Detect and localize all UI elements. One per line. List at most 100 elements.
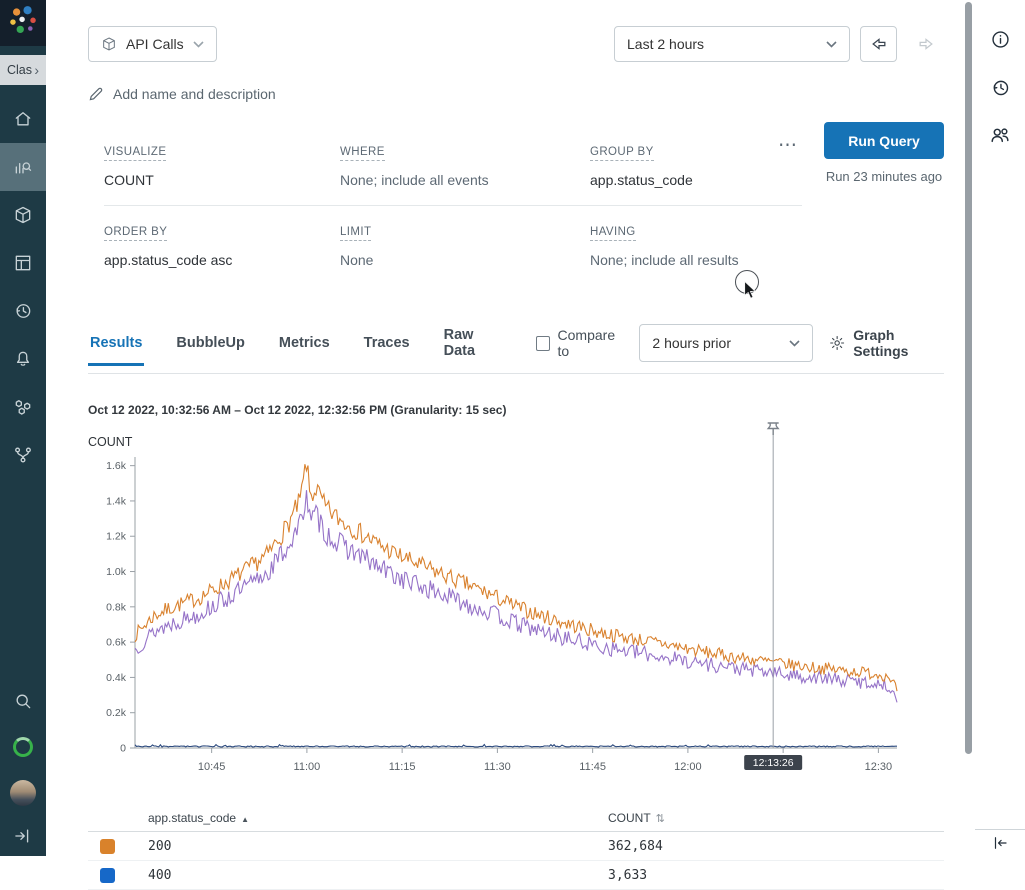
query-builder: ⋯ VISUALIZE COUNT WHERE None; include al… xyxy=(88,142,944,268)
count-column-header[interactable]: COUNT⇅ xyxy=(608,811,944,825)
count-line-chart[interactable]: 00.2k0.4k0.6k0.8k1.0k1.2k1.4k1.6k10:4511… xyxy=(88,419,916,781)
sort-toggle-icon: ⇅ xyxy=(656,813,665,825)
svg-text:11:45: 11:45 xyxy=(579,761,606,773)
tab-bubbleup[interactable]: BubbleUp xyxy=(174,325,246,366)
group-by-value: app.status_code xyxy=(590,172,802,188)
clause-group-by[interactable]: GROUP BY app.status_code xyxy=(590,142,802,188)
tab-traces[interactable]: Traces xyxy=(362,325,412,366)
mouse-cursor xyxy=(743,281,757,299)
collapsed-panel-text: Clas xyxy=(7,63,32,77)
search-icon xyxy=(13,691,33,711)
query-overflow-menu[interactable]: ⋯ xyxy=(778,134,798,157)
history-back-button[interactable] xyxy=(860,26,897,62)
scrollbar-thumb[interactable] xyxy=(965,2,972,754)
rail-info-button[interactable] xyxy=(975,15,1025,63)
query-clauses: ⋯ VISUALIZE COUNT WHERE None; include al… xyxy=(88,142,802,268)
results-table-header: app.status_code▲ COUNT⇅ xyxy=(88,805,944,832)
rail-team-button[interactable] xyxy=(975,111,1025,159)
sidebar-item-datasets[interactable] xyxy=(0,191,46,239)
dataset-selector[interactable]: API Calls xyxy=(88,26,217,62)
logout-arrow-icon xyxy=(13,826,33,846)
clause-limit[interactable]: LIMIT None xyxy=(340,222,590,268)
service-map-icon xyxy=(13,397,33,417)
svg-text:10:45: 10:45 xyxy=(198,761,226,773)
dataset-name: API Calls xyxy=(126,36,184,52)
sidebar-nav xyxy=(0,95,46,479)
compare-to-control: Compare to xyxy=(536,327,624,359)
tab-metrics[interactable]: Metrics xyxy=(277,325,332,366)
history-forward-button[interactable] xyxy=(907,26,944,62)
svg-text:0.4k: 0.4k xyxy=(106,672,127,684)
table-row[interactable]: 400 3,633 xyxy=(88,861,944,890)
gear-icon xyxy=(829,334,845,352)
sidebar-item-query[interactable] xyxy=(0,143,46,191)
count-value: 362,684 xyxy=(608,839,944,854)
vertical-scrollbar xyxy=(962,0,975,856)
clause-order-by[interactable]: ORDER BY app.status_code asc xyxy=(104,222,340,268)
sidebar-item-home[interactable] xyxy=(0,95,46,143)
run-query-button[interactable]: Run Query xyxy=(824,122,944,159)
svg-text:1.2k: 1.2k xyxy=(106,531,127,543)
graph-settings-button[interactable]: Graph Settings xyxy=(829,327,944,359)
svg-text:12:30: 12:30 xyxy=(865,761,893,773)
svg-text:1.0k: 1.0k xyxy=(106,566,127,578)
info-icon xyxy=(990,29,1011,50)
order-by-label: ORDER BY xyxy=(104,226,167,241)
sidebar-bottom xyxy=(0,678,46,856)
tab-raw-data[interactable]: Raw Data xyxy=(442,317,506,374)
collapse-rail-button[interactable] xyxy=(975,829,1025,856)
results-tabs-row: Results BubbleUp Metrics Traces Raw Data… xyxy=(88,317,944,374)
sidebar-item-boards[interactable] xyxy=(0,239,46,287)
status-code-column-header[interactable]: app.status_code▲ xyxy=(148,811,608,825)
collapsed-panel-label[interactable]: Clas › xyxy=(0,55,46,85)
loading-spinner xyxy=(13,737,33,757)
tab-results[interactable]: Results xyxy=(88,325,144,366)
sidebar-item-history[interactable] xyxy=(0,287,46,335)
add-name-button[interactable]: Add name and description xyxy=(88,86,276,102)
status-code-header-label: app.status_code xyxy=(148,811,236,825)
clause-visualize[interactable]: VISUALIZE COUNT xyxy=(104,142,340,188)
status-code-value: 400 xyxy=(148,868,608,883)
run-query-column: Run Query Run 23 minutes ago xyxy=(824,122,944,268)
svg-text:11:15: 11:15 xyxy=(389,761,416,773)
query-time-range-label: Oct 12 2022, 10:32:56 AM – Oct 12 2022, … xyxy=(88,403,944,417)
visualize-label: VISUALIZE xyxy=(104,146,166,161)
pencil-icon xyxy=(88,86,104,102)
svg-text:0.6k: 0.6k xyxy=(106,637,127,649)
sidebar-item-service-map[interactable] xyxy=(0,383,46,431)
svg-text:1.6k: 1.6k xyxy=(106,460,127,472)
collapse-panel-icon xyxy=(991,834,1009,852)
graph-settings-label: Graph Settings xyxy=(853,327,944,359)
clause-where[interactable]: WHERE None; include all events xyxy=(340,142,590,188)
compare-to-checkbox[interactable] xyxy=(536,336,550,351)
chevron-down-icon xyxy=(826,41,837,48)
datasets-cube-icon xyxy=(13,205,33,225)
sidebar-status xyxy=(0,724,46,770)
query-chart-icon xyxy=(13,157,33,177)
clause-having[interactable]: HAVING None; include all results xyxy=(590,222,802,268)
results-table: app.status_code▲ COUNT⇅ 200 362,684 400 … xyxy=(88,805,944,890)
svg-text:11:30: 11:30 xyxy=(484,761,511,773)
series-swatch xyxy=(100,839,115,854)
sidebar-user[interactable] xyxy=(0,770,46,816)
sidebar-item-alerts[interactable] xyxy=(0,335,46,383)
table-row[interactable]: 200 362,684 xyxy=(88,832,944,861)
chart-toolbar: Compare to 2 hours prior Graph Settings xyxy=(536,324,944,366)
svg-text:11:00: 11:00 xyxy=(294,761,321,773)
home-icon xyxy=(13,109,33,129)
svg-text:0: 0 xyxy=(120,743,126,755)
visualize-value: COUNT xyxy=(104,172,340,188)
count-value: 3,633 xyxy=(608,868,944,883)
main-content: API Calls Last 2 hours Add name and desc… xyxy=(46,0,962,856)
bell-icon xyxy=(13,349,33,369)
sidebar-search[interactable] xyxy=(0,678,46,724)
time-range-value: Last 2 hours xyxy=(627,36,704,52)
honeycomb-logo[interactable] xyxy=(0,0,46,46)
query-header-row: API Calls Last 2 hours xyxy=(88,26,944,62)
compare-period-select[interactable]: 2 hours prior xyxy=(639,324,813,362)
time-range-select[interactable]: Last 2 hours xyxy=(614,26,850,62)
status-code-value: 200 xyxy=(148,839,608,854)
sidebar-logout[interactable] xyxy=(0,816,46,856)
sidebar-item-pipelines[interactable] xyxy=(0,431,46,479)
rail-query-history-button[interactable] xyxy=(975,63,1025,111)
